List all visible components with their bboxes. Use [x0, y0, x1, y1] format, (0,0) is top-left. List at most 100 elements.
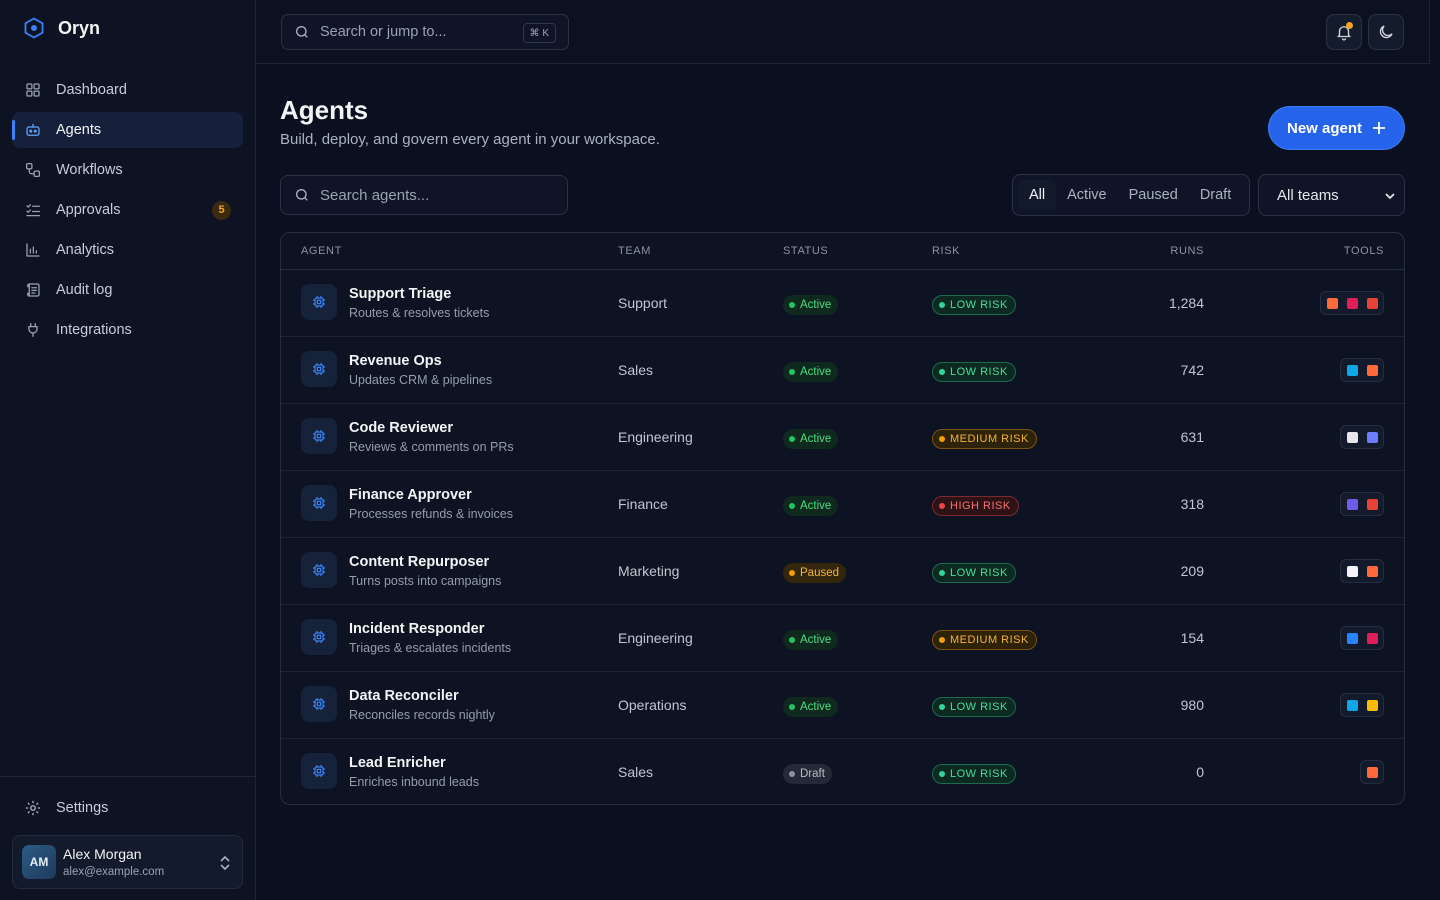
cpu-icon [301, 418, 337, 454]
agent-search-placeholder: Search agents... [320, 186, 430, 204]
agent-tools[interactable] [1320, 291, 1384, 315]
status-badge: Active [783, 496, 839, 516]
status-label: Active [800, 299, 832, 311]
new-agent-button[interactable]: New agent [1268, 106, 1405, 150]
agent-search-input[interactable]: Search agents... [280, 175, 568, 215]
status-label: Active [800, 500, 832, 512]
global-search-placeholder: Search or jump to... [320, 24, 447, 40]
agent-name[interactable]: Revenue Ops [349, 353, 442, 369]
sidebar-item-dashboard[interactable]: Dashboard [12, 72, 243, 108]
sidebar-item-agents[interactable]: Agents [12, 112, 243, 148]
brand[interactable]: Oryn [22, 16, 100, 40]
table-row[interactable]: Incident Responder Triages & escalates in… [281, 605, 1404, 672]
sidebar-item-label: Dashboard [56, 82, 127, 98]
column-header-status[interactable]: STATUS [783, 245, 828, 257]
status-label: Draft [800, 768, 825, 780]
column-header-risk[interactable]: RISK [932, 245, 960, 257]
table-row[interactable]: Lead Enricher Enriches inbound leads Sales… [281, 739, 1404, 804]
agent-description: Reconciles records nightly [349, 708, 495, 722]
agent-name[interactable]: Support Triage [349, 286, 451, 302]
filter-tab-all[interactable]: All [1018, 180, 1057, 210]
risk-badge: LOW RISK [932, 764, 1016, 784]
agent-description: Updates CRM & pipelines [349, 373, 493, 387]
agent-tools[interactable] [1340, 358, 1384, 382]
scroll-icon [27, 283, 40, 297]
agent-team: Engineering [618, 429, 693, 445]
agent-name[interactable]: Incident Responder [349, 621, 484, 637]
cpu-icon [301, 485, 337, 521]
agent-team: Sales [618, 764, 654, 780]
cpu-icon [301, 753, 337, 789]
sidebar-item-integrations[interactable]: Integrations [12, 312, 243, 348]
sidebar-item-label: Agents [56, 122, 102, 138]
risk-label: LOW RISK [950, 299, 1008, 311]
risk-badge: LOW RISK [932, 563, 1016, 583]
agent-name[interactable]: Lead Enricher [349, 755, 446, 771]
sidebar-item-label: Approvals [56, 202, 121, 218]
stripe-icon [1343, 494, 1361, 514]
sidebar-item-workflows[interactable]: Workflows [12, 152, 243, 188]
gmail-icon [1363, 494, 1381, 514]
table-row[interactable]: Code Reviewer Reviews & comments on PRs En… [281, 404, 1404, 471]
sidebar-item-settings[interactable]: Settings [24, 799, 108, 817]
sidebar-item-label: Audit log [56, 282, 113, 298]
user-name: Alex Morgan [63, 846, 142, 862]
global-search-input[interactable]: Search or jump to... ⌘ K [281, 14, 569, 50]
user-menu[interactable]: AM Alex Morgan alex@example.com [12, 835, 243, 889]
table-row[interactable]: Content Repurposer Turns posts into campa… [281, 538, 1404, 605]
agent-tools[interactable] [1340, 425, 1384, 449]
agent-tools[interactable] [1340, 693, 1384, 717]
avatar: AM [22, 845, 56, 879]
sidebar-item-label: Analytics [56, 242, 115, 258]
filter-tab-active[interactable]: Active [1056, 180, 1118, 210]
table-row[interactable]: Support Triage Routes & resolves tickets S… [281, 270, 1404, 337]
agent-tools[interactable] [1340, 559, 1384, 583]
gmail-icon [1363, 293, 1381, 313]
agent-name[interactable]: Data Reconciler [349, 688, 459, 704]
status-filter-tabs: All Active Paused Draft [1012, 174, 1250, 216]
plus-icon [1373, 122, 1385, 134]
status-badge: Active [783, 295, 839, 315]
agent-team: Sales [618, 362, 654, 378]
filter-tab-paused[interactable]: Paused [1118, 180, 1189, 210]
table-row[interactable]: Finance Approver Processes refunds & invo… [281, 471, 1404, 538]
sidebar: Oryn Dashboard Agents Workflows Approvals 5 A… [0, 0, 256, 900]
column-header-team[interactable]: TEAM [618, 245, 651, 257]
status-label: Active [800, 366, 832, 378]
agent-name[interactable]: Content Repurposer [349, 554, 489, 570]
cpu-icon [301, 284, 337, 320]
cpu-icon [301, 351, 337, 387]
agent-name[interactable]: Finance Approver [349, 487, 472, 503]
risk-badge: LOW RISK [932, 697, 1016, 717]
filter-tab-draft[interactable]: Draft [1189, 180, 1242, 210]
salesforce-icon [1343, 695, 1361, 715]
agent-tools[interactable] [1340, 626, 1384, 650]
agent-name[interactable]: Code Reviewer [349, 420, 453, 436]
risk-badge: MEDIUM RISK [932, 429, 1037, 449]
status-label: Active [800, 433, 832, 445]
sidebar-item-label: Workflows [56, 162, 123, 178]
agent-tools[interactable] [1360, 760, 1384, 784]
team-select[interactable]: All teams [1258, 174, 1405, 216]
table-row[interactable]: Revenue Ops Updates CRM & pipelines Sales A… [281, 337, 1404, 404]
notifications-button[interactable] [1326, 14, 1362, 50]
theme-toggle-button[interactable] [1368, 14, 1404, 50]
agent-tools[interactable] [1340, 492, 1384, 516]
sidebar-item-audit-log[interactable]: Audit log [12, 272, 243, 308]
approvals-count-badge: 5 [212, 200, 231, 220]
table-row[interactable]: Data Reconciler Reconciles records nightl… [281, 672, 1404, 739]
slack-icon [1363, 628, 1381, 648]
chevron-up-down-icon [220, 855, 230, 871]
google-drive-icon [1363, 695, 1381, 715]
column-header-agent[interactable]: AGENT [301, 245, 342, 257]
page-title: Agents [280, 95, 369, 125]
status-badge: Paused [783, 563, 847, 583]
chevron-down-icon [1385, 193, 1395, 200]
sidebar-item-analytics[interactable]: Analytics [12, 232, 243, 268]
risk-badge: LOW RISK [932, 362, 1016, 382]
notification-dot [1346, 22, 1353, 29]
agent-runs: 154 [1180, 630, 1204, 646]
risk-label: MEDIUM RISK [950, 433, 1029, 445]
column-header-runs[interactable]: RUNS [1170, 245, 1204, 257]
sidebar-item-approvals[interactable]: Approvals 5 [12, 192, 243, 228]
